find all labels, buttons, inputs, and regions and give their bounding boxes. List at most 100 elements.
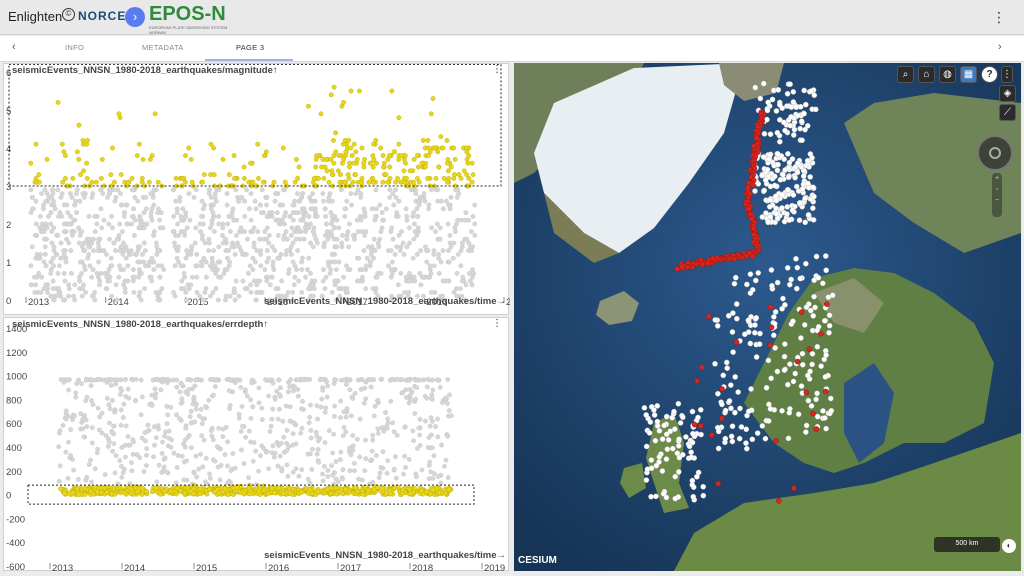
zoom-control[interactable]: + ◦ − (992, 173, 1002, 217)
event-point (426, 202, 432, 208)
search-icon[interactable]: ⌕ (897, 66, 914, 83)
help-icon[interactable]: ? (981, 66, 998, 83)
event-point (91, 248, 96, 254)
selected-event-point (182, 179, 188, 185)
event-point (29, 244, 35, 250)
selected-earthquake-marker (767, 304, 774, 311)
selected-event-point (58, 486, 63, 492)
event-point (322, 463, 327, 469)
event-point (435, 187, 441, 193)
earthquake-marker (728, 405, 734, 412)
map-canvas[interactable] (514, 63, 1021, 571)
selected-event-point (385, 179, 390, 185)
event-point (123, 423, 129, 429)
event-point (391, 429, 397, 435)
event-point (303, 274, 308, 280)
event-point (438, 198, 444, 204)
event-point (377, 470, 383, 476)
event-point (350, 443, 356, 449)
event-point (56, 289, 62, 295)
selected-event-point (299, 489, 305, 495)
event-point (220, 225, 226, 231)
earthquake-marker (784, 265, 791, 271)
event-point (111, 187, 116, 193)
earthquake-marker (774, 151, 781, 157)
event-point (253, 448, 259, 454)
event-point (199, 213, 204, 219)
home-icon[interactable]: ⌂ (918, 66, 935, 83)
event-point (435, 416, 441, 422)
cesium-map-viewer[interactable]: ⌕ ⌂ ◍ ▦ ? ⋮ ◈ ⟋ + ◦ − CESIUM 500 km ◐ (514, 63, 1021, 571)
selected-earthquake-marker (798, 309, 805, 315)
event-point (401, 251, 407, 257)
event-point (37, 251, 43, 257)
selected-event-point (366, 179, 372, 185)
event-point (242, 198, 248, 204)
event-point (86, 251, 92, 257)
event-point (314, 403, 320, 409)
selected-event-point (328, 491, 334, 496)
earthquake-marker (802, 101, 809, 108)
errdepth-chart-xlabel: seismicEvents_NNSN_1980-2018_earthquakes… (264, 550, 506, 561)
compass-center-icon[interactable] (989, 147, 1001, 159)
tab-scroll-right-icon[interactable]: › (998, 41, 1002, 53)
chart-icon[interactable]: ⟋ (999, 104, 1016, 121)
selected-earthquake-marker (768, 324, 775, 331)
selected-event-point (256, 176, 261, 181)
event-point (99, 225, 105, 231)
event-point (220, 240, 226, 246)
event-point (344, 286, 350, 292)
selected-event-point (232, 176, 237, 181)
event-point (68, 453, 73, 458)
event-point (138, 270, 144, 276)
event-point (71, 229, 77, 235)
selected-event-point (189, 179, 195, 185)
tab-page-3[interactable]: PAGE 3 (236, 43, 264, 52)
earthquake-marker (814, 390, 820, 397)
navigate-forward-button[interactable]: › (125, 7, 145, 27)
event-point (332, 259, 338, 265)
errdepth-chart-panel: seismicEvents_NNSN_1980-2018_earthquakes… (3, 317, 510, 572)
event-point (322, 206, 328, 212)
event-point (320, 278, 326, 284)
event-point (280, 187, 286, 193)
event-point (51, 248, 57, 254)
cesium-attribution[interactable]: CESIUM (518, 555, 557, 566)
tab-info[interactable]: INFO (65, 43, 84, 52)
event-point (251, 440, 257, 445)
tab-metadata[interactable]: METADATA (142, 43, 184, 52)
earthquake-marker (764, 107, 771, 114)
errdepth-scatter-plot[interactable]: -600-400-2000200400600800100012001400201… (4, 318, 510, 572)
layers-icon[interactable]: ◈ (999, 85, 1016, 102)
earthquake-marker (799, 350, 806, 357)
selected-event-point (451, 176, 457, 181)
event-point (393, 475, 399, 481)
event-point (361, 400, 367, 406)
earthquake-marker (762, 177, 769, 183)
tab-scroll-left-icon[interactable]: ‹ (12, 41, 16, 53)
event-point (431, 453, 437, 459)
event-point (272, 450, 278, 456)
magnitude-scatter-plot[interactable]: 01234562013 2014 2015 2016 2017 2018 2 (4, 64, 510, 316)
event-point (325, 236, 331, 242)
event-point (390, 236, 396, 242)
event-point (143, 438, 148, 444)
earthquake-marker (767, 131, 774, 138)
event-point (187, 217, 193, 223)
palette-icon[interactable]: ◐ (1002, 539, 1016, 553)
event-point (118, 386, 124, 391)
event-point (266, 255, 271, 261)
compass-control[interactable] (977, 135, 1013, 171)
event-point (111, 441, 117, 447)
earthquake-marker (766, 203, 773, 210)
kebab-vertical-icon[interactable]: ⋮ (1001, 66, 1013, 83)
event-point (109, 263, 115, 269)
selected-event-point (425, 138, 431, 143)
earthquake-marker (777, 102, 783, 108)
globe-icon[interactable]: ◍ (939, 66, 956, 83)
map-icon[interactable]: ▦ (960, 66, 977, 83)
kebab-vertical-icon[interactable]: ⋮ (992, 8, 1006, 26)
event-point (312, 278, 318, 284)
earthquake-marker (794, 160, 801, 166)
event-point (129, 221, 134, 227)
